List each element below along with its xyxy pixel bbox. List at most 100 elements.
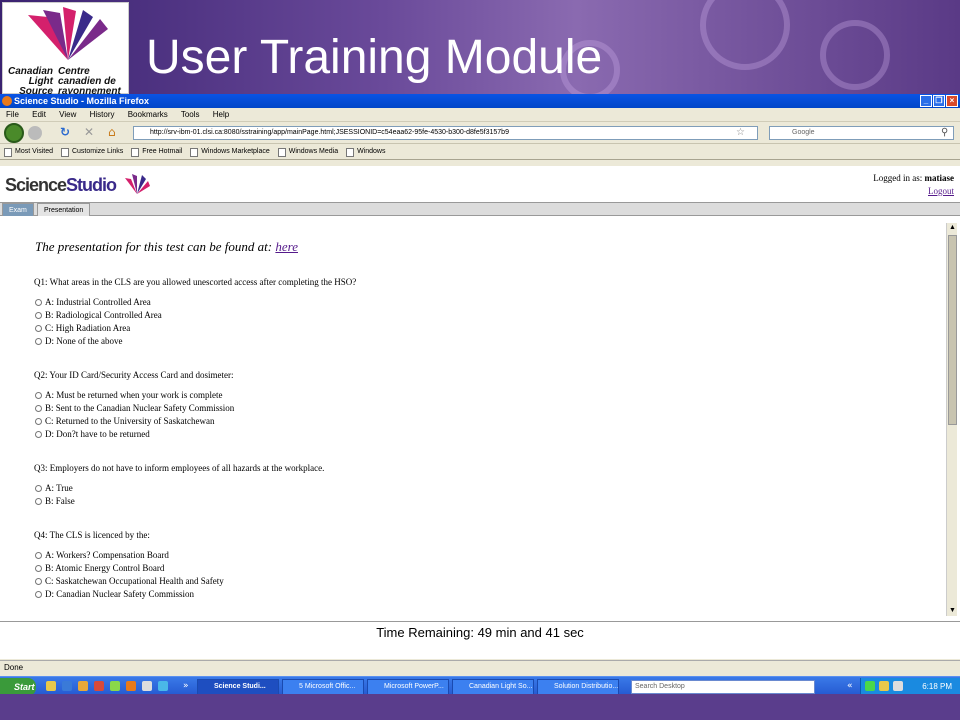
- taskbar-button-solution[interactable]: Solution Distributio...: [537, 679, 619, 695]
- minimize-button[interactable]: _: [920, 95, 932, 107]
- radio-button[interactable]: [35, 324, 42, 332]
- quicklaunch-icon[interactable]: [158, 681, 168, 691]
- radio-button[interactable]: [35, 590, 42, 598]
- navigation-toolbar: ↻ ✕ ⌂ http://srv-ibm-01.clsi.ca:8080/sst…: [0, 122, 960, 144]
- browser-window: Science Studio - Mozilla Firefox _ ❐ × F…: [0, 94, 960, 696]
- answer-option[interactable]: D: Canadian Nuclear Safety Commission: [35, 588, 194, 600]
- radio-button[interactable]: [35, 564, 42, 572]
- option-label: C: Returned to the University of Saskatc…: [45, 416, 215, 426]
- slide-bottom-strip: [0, 694, 960, 720]
- presentation-link[interactable]: here: [275, 239, 298, 254]
- exam-panel: The presentation for this test can be fo…: [3, 223, 946, 616]
- search-icon[interactable]: ⚲: [941, 126, 948, 140]
- firefox-quicklaunch-icon[interactable]: [126, 681, 136, 691]
- logo-part-b: Studio: [66, 175, 117, 195]
- intro-label: The presentation for this test can be fo…: [35, 239, 276, 254]
- more-quicklaunch-icon[interactable]: »: [183, 679, 189, 693]
- radio-button[interactable]: [35, 298, 42, 306]
- back-button[interactable]: [4, 123, 24, 143]
- radio-button[interactable]: [35, 391, 42, 399]
- bookmark-item[interactable]: Windows Marketplace: [190, 144, 270, 160]
- tab-presentation[interactable]: Presentation: [37, 203, 91, 216]
- quicklaunch-icon[interactable]: [94, 681, 104, 691]
- taskbar-button-office[interactable]: 5 Microsoft Offic...: [282, 679, 364, 695]
- answer-option[interactable]: A: Must be returned when your work is co…: [35, 389, 222, 401]
- desktop-search-input[interactable]: Search Desktop: [631, 680, 815, 694]
- stop-icon[interactable]: ✕: [84, 125, 94, 139]
- bookmark-item[interactable]: Most Visited: [4, 144, 53, 160]
- answer-option[interactable]: B: Radiological Controlled Area: [35, 309, 162, 321]
- quicklaunch-icon[interactable]: [142, 681, 152, 691]
- exam-scrollbar[interactable]: ▲ ▼: [946, 223, 957, 616]
- menu-file[interactable]: File: [6, 110, 19, 119]
- option-label: B: Atomic Energy Control Board: [45, 563, 165, 573]
- more-quicklaunch-icon[interactable]: «: [847, 679, 853, 693]
- taskbar-button-science-studio[interactable]: Science Studi...: [197, 679, 279, 695]
- scroll-up-icon[interactable]: ▲: [948, 223, 957, 233]
- logout-link[interactable]: Logout: [928, 186, 954, 196]
- scroll-thumb[interactable]: [948, 235, 957, 425]
- menu-bar: File Edit View History Bookmarks Tools H…: [0, 108, 960, 122]
- reload-icon[interactable]: ↻: [60, 125, 70, 139]
- radio-button[interactable]: [35, 417, 42, 425]
- option-label: A: True: [45, 483, 73, 493]
- option-label: B: Radiological Controlled Area: [45, 310, 162, 320]
- answer-option[interactable]: C: Saskatchewan Occupational Health and …: [35, 575, 224, 587]
- answer-option[interactable]: C: Returned to the University of Saskatc…: [35, 415, 214, 427]
- cls-logo: Canadian Light Source Centre canadien de…: [2, 2, 129, 96]
- scroll-down-icon[interactable]: ▼: [948, 606, 957, 616]
- time-remaining: Time Remaining: 49 min and 41 sec: [0, 621, 960, 659]
- quicklaunch-icon[interactable]: [78, 681, 88, 691]
- radio-button[interactable]: [35, 404, 42, 412]
- radio-button[interactable]: [35, 311, 42, 319]
- menu-tools[interactable]: Tools: [181, 110, 200, 119]
- answer-option[interactable]: D: Don?t have to be returned: [35, 428, 150, 440]
- taskbar-button-cls[interactable]: Canadian Light So...: [452, 679, 534, 695]
- close-button[interactable]: ×: [946, 95, 958, 107]
- tray-icon[interactable]: [879, 681, 889, 691]
- bookmark-item[interactable]: Customize Links: [60, 144, 123, 160]
- bookmark-item[interactable]: Free Hotmail: [131, 144, 182, 160]
- restore-button[interactable]: ❐: [933, 95, 945, 107]
- intro-text: The presentation for this test can be fo…: [35, 239, 298, 255]
- question-1: Q1: What areas in the CLS are you allowe…: [34, 277, 357, 287]
- bookmark-item[interactable]: Windows Media: [277, 144, 338, 160]
- answer-option[interactable]: B: Sent to the Canadian Nuclear Safety C…: [35, 402, 234, 414]
- answer-option[interactable]: B: False: [35, 495, 75, 507]
- menu-bookmarks[interactable]: Bookmarks: [128, 110, 168, 119]
- bookmark-item[interactable]: Windows: [346, 144, 386, 160]
- answer-option[interactable]: D: None of the above: [35, 335, 122, 347]
- radio-button[interactable]: [35, 551, 42, 559]
- menu-history[interactable]: History: [90, 110, 115, 119]
- radio-button[interactable]: [35, 337, 42, 345]
- quicklaunch-icon[interactable]: [110, 681, 120, 691]
- menu-view[interactable]: View: [59, 110, 76, 119]
- ie-icon[interactable]: [62, 681, 72, 691]
- option-label: A: Must be returned when your work is co…: [45, 390, 223, 400]
- radio-button[interactable]: [35, 430, 42, 438]
- volume-icon[interactable]: [893, 681, 903, 691]
- option-label: C: Saskatchewan Occupational Health and …: [45, 576, 224, 586]
- tab-exam[interactable]: Exam: [2, 203, 34, 216]
- login-info: Logged in as: matiase Logout: [873, 172, 954, 198]
- network-icon[interactable]: [865, 681, 875, 691]
- quicklaunch-icon[interactable]: [46, 681, 56, 691]
- answer-option[interactable]: A: True: [35, 482, 73, 494]
- menu-edit[interactable]: Edit: [32, 110, 46, 119]
- search-input[interactable]: Google: [769, 126, 954, 140]
- bookmark-star-icon[interactable]: ☆: [736, 126, 745, 140]
- forward-button[interactable]: [28, 126, 42, 140]
- menu-help[interactable]: Help: [213, 110, 229, 119]
- answer-option[interactable]: C: High Radiation Area: [35, 322, 130, 334]
- home-icon[interactable]: ⌂: [108, 125, 116, 139]
- answer-option[interactable]: A: Workers? Compensation Board: [35, 549, 169, 561]
- logo-text-en: Canadian Light Source: [7, 66, 53, 96]
- banner: Canadian Light Source Centre canadien de…: [0, 0, 960, 95]
- radio-button[interactable]: [35, 497, 42, 505]
- radio-button[interactable]: [35, 577, 42, 585]
- taskbar-button-powerpoint[interactable]: Microsoft PowerP...: [367, 679, 449, 695]
- radio-button[interactable]: [35, 484, 42, 492]
- answer-option[interactable]: A: Industrial Controlled Area: [35, 296, 151, 308]
- address-bar[interactable]: http://srv-ibm-01.clsi.ca:8080/sstrainin…: [133, 126, 758, 140]
- answer-option[interactable]: B: Atomic Energy Control Board: [35, 562, 164, 574]
